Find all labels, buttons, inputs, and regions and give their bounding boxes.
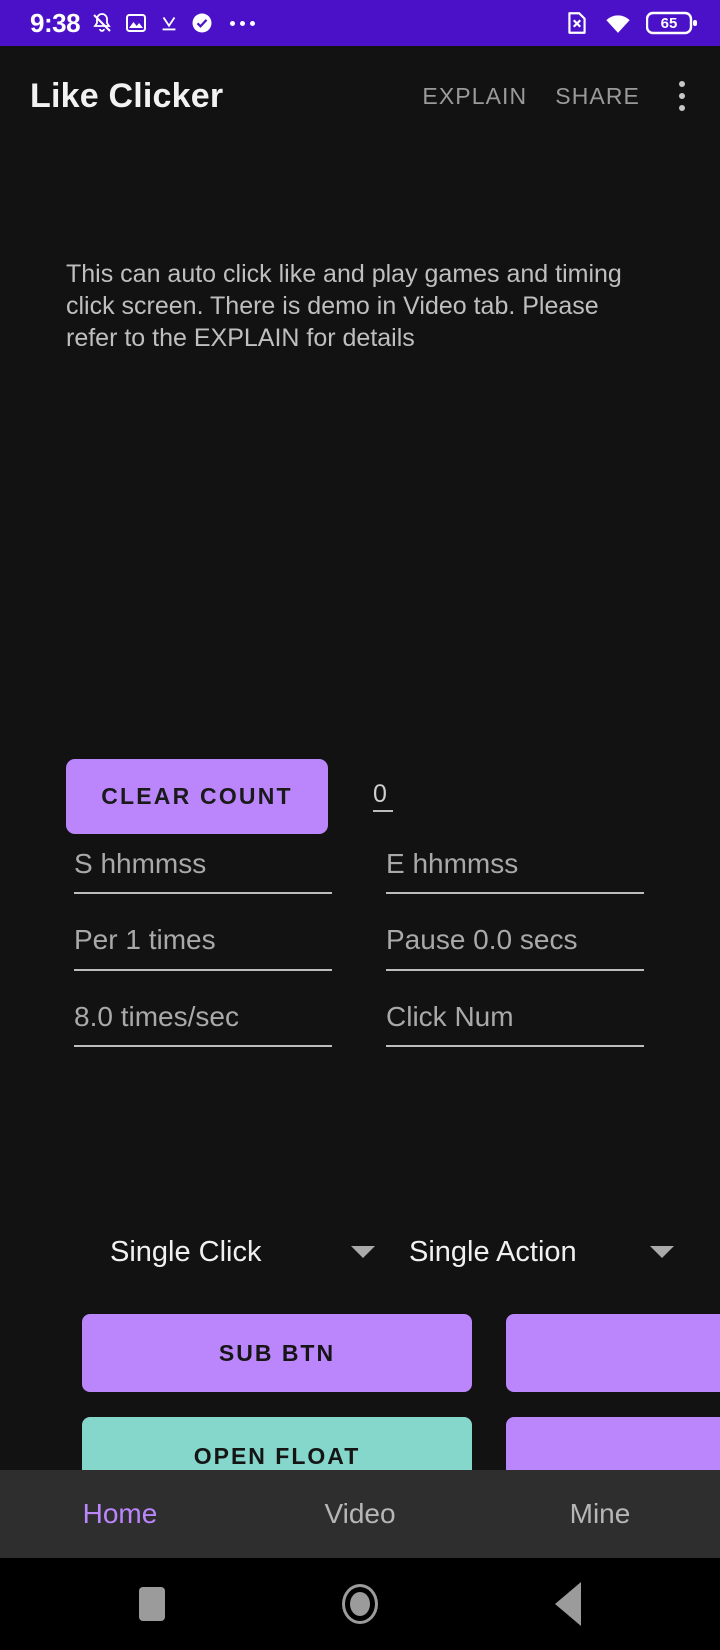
end-time-placeholder: E hhmmss — [386, 848, 519, 879]
pause-secs-placeholder: Pause 0.0 secs — [386, 924, 578, 956]
explain-button[interactable]: EXPLAIN — [408, 73, 541, 120]
action-button-row-1: SUB BTN D — [82, 1314, 720, 1392]
count-value[interactable]: 0 — [373, 780, 393, 813]
action-button-grid: SUB BTN D OPEN FLOAT SA — [82, 1314, 720, 1470]
app-bar: Like Clicker EXPLAIN SHARE — [0, 46, 720, 146]
circle-home-icon[interactable] — [330, 1574, 390, 1634]
click-num-placeholder: Click Num — [386, 1000, 514, 1032]
spinner-row: Single Click Single Action — [110, 1224, 690, 1280]
count-field[interactable]: 0 — [373, 780, 433, 813]
tab-video[interactable]: Video — [240, 1498, 480, 1530]
action-mode-value: Single Action — [409, 1235, 577, 1268]
sim-missing-icon — [564, 10, 590, 36]
description-text: This can auto click like and play games … — [66, 260, 622, 352]
status-clock: 9:38 — [30, 8, 81, 38]
times-per-sec-field[interactable]: 8.0 times/sec — [74, 999, 332, 1048]
more-dots-icon — [230, 20, 256, 26]
input-row-rate: 8.0 times/sec Click Num — [74, 999, 644, 1048]
end-time-field[interactable]: E hhmmss — [386, 846, 644, 895]
start-time-field[interactable]: S hhmmss — [74, 846, 332, 895]
action-mode-spinner[interactable]: Single Action — [409, 1224, 690, 1280]
phone-screen: 9:38 65 Like Clicker EXPLAIN SHARE This … — [0, 0, 720, 1650]
start-time-placeholder: S hhmmss — [74, 848, 207, 879]
input-grid: S hhmmss E hhmmss Per 1 times Pause 0.0 … — [74, 846, 644, 1075]
battery-icon: 65 — [646, 9, 698, 37]
pause-secs-field[interactable]: Pause 0.0 secs — [386, 922, 644, 971]
input-row-repeat: Per 1 times Pause 0.0 secs — [74, 922, 644, 971]
chevron-down-icon — [650, 1246, 674, 1258]
delete-button[interactable]: D — [506, 1314, 720, 1392]
triangle-back-icon[interactable] — [538, 1574, 598, 1634]
per-times-placeholder: Per 1 times — [74, 924, 216, 956]
clear-count-row: CLEAR COUNT 0 — [66, 759, 646, 834]
android-nav-bar — [0, 1558, 720, 1650]
save-button[interactable]: SA — [506, 1417, 720, 1470]
square-recent-icon[interactable] — [122, 1574, 182, 1634]
click-mode-spinner[interactable]: Single Click — [110, 1224, 391, 1280]
times-per-sec-placeholder: 8.0 times/sec — [74, 1000, 239, 1032]
check-circle-icon — [190, 11, 214, 35]
open-float-button[interactable]: OPEN FLOAT — [82, 1417, 472, 1470]
chevron-down-icon — [351, 1246, 375, 1258]
tab-mine[interactable]: Mine — [480, 1498, 720, 1530]
share-button[interactable]: SHARE — [541, 73, 654, 120]
tab-home[interactable]: Home — [0, 1498, 240, 1530]
overflow-menu-icon[interactable] — [660, 71, 704, 121]
main-content: This can auto click like and play games … — [0, 146, 720, 1470]
battery-level-text: 65 — [660, 14, 678, 32]
status-bar-right: 65 — [564, 9, 698, 37]
status-bar-left: 9:38 — [30, 10, 564, 36]
per-times-field[interactable]: Per 1 times — [74, 922, 332, 971]
app-title: Like Clicker — [30, 76, 224, 115]
click-num-field[interactable]: Click Num — [386, 999, 644, 1048]
sub-btn-button[interactable]: SUB BTN — [82, 1314, 472, 1392]
photo-icon — [124, 11, 148, 35]
mute-bell-icon — [90, 11, 114, 35]
click-mode-value: Single Click — [110, 1235, 262, 1268]
wifi-icon — [604, 10, 632, 36]
download-complete-icon — [158, 12, 180, 34]
bottom-tab-bar: Home Video Mine — [0, 1470, 720, 1558]
action-button-row-2: OPEN FLOAT SA — [82, 1417, 720, 1470]
clear-count-button[interactable]: CLEAR COUNT — [66, 759, 328, 834]
input-row-time: S hhmmss E hhmmss — [74, 846, 644, 895]
status-bar: 9:38 65 — [0, 0, 720, 46]
